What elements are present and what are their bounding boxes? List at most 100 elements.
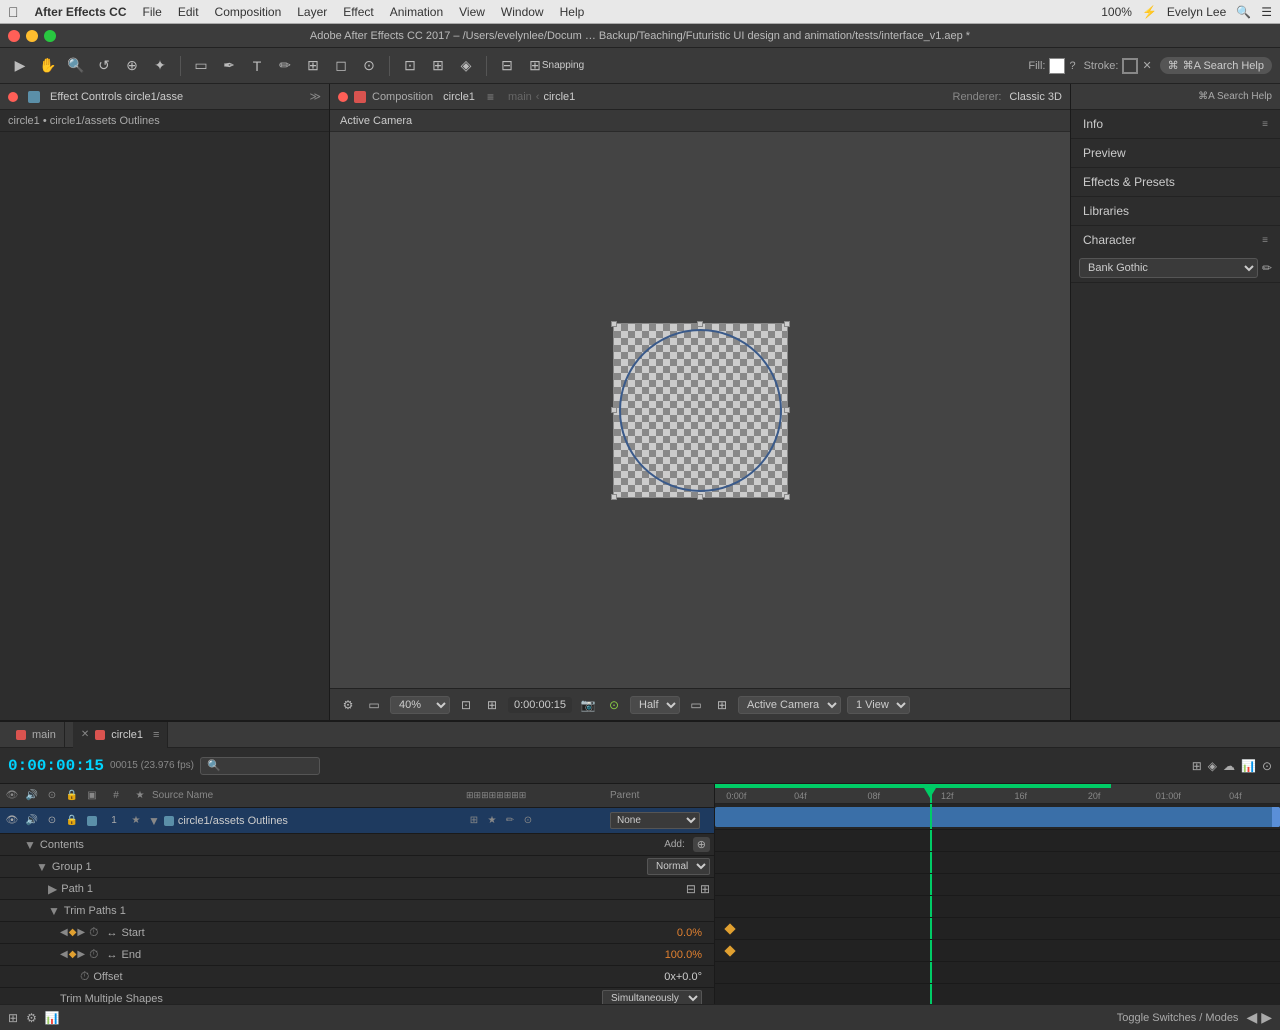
end-kf1[interactable] <box>725 945 736 956</box>
end-kf-diamond[interactable]: ◆ <box>69 949 77 960</box>
fill-box[interactable] <box>1049 58 1065 74</box>
menu-file[interactable]: File <box>143 5 162 19</box>
close-button[interactable] <box>8 30 20 42</box>
time-display[interactable]: 0:00:00:15 <box>508 697 572 713</box>
draft-3d-icon[interactable]: ◈ <box>1208 759 1217 773</box>
handle-bm[interactable] <box>697 494 703 500</box>
start-kf-left[interactable]: ◀ <box>60 927 68 938</box>
font-select[interactable]: Bank Gothic <box>1079 258 1258 278</box>
libraries-section-header[interactable]: Libraries <box>1071 197 1280 225</box>
resolution-icon[interactable]: ⊡ <box>456 695 476 715</box>
handle-br[interactable] <box>784 494 790 500</box>
grid-icon[interactable]: ⊞ <box>712 695 732 715</box>
zoom-tool[interactable]: 🔍 <box>64 54 88 78</box>
tab-close-icon[interactable]: ✕ <box>81 729 89 740</box>
start-kf-diamond[interactable]: ◆ <box>69 927 77 938</box>
comp-view-icon[interactable]: ▭ <box>364 695 384 715</box>
handle-tr[interactable] <box>784 321 790 327</box>
snapping[interactable]: Snapping <box>551 54 575 78</box>
align-left[interactable]: ⊟ <box>495 54 519 78</box>
frame-icon[interactable]: ⊞ <box>482 695 502 715</box>
search-icon[interactable]: 🔍 <box>1236 5 1251 19</box>
parent-select[interactable]: None <box>610 812 700 829</box>
comp-flowchart-icon[interactable]: ⊞ <box>1192 759 1202 773</box>
menu-layer[interactable]: Layer <box>297 5 327 19</box>
pen-tool[interactable]: ✒ <box>217 54 241 78</box>
camera-tool[interactable]: ⊕ <box>120 54 144 78</box>
shape-rect[interactable]: ▭ <box>189 54 213 78</box>
roto-tool[interactable]: ⊙ <box>357 54 381 78</box>
menu-view[interactable]: View <box>459 5 485 19</box>
layer-expand-icon[interactable]: ▼ <box>148 814 160 828</box>
menu-animation[interactable]: Animation <box>390 5 443 19</box>
tl-nav-right[interactable]: ▶ <box>1261 1009 1272 1026</box>
preview-section-header[interactable]: Preview <box>1071 139 1280 167</box>
eraser-tool[interactable]: ◻ <box>329 54 353 78</box>
offset-value[interactable]: 0x+0.0° <box>664 971 702 983</box>
puppet-starch[interactable]: ◈ <box>454 54 478 78</box>
group1-mode-select[interactable]: Normal <box>647 858 710 875</box>
selection-tool[interactable]: ▶ <box>8 54 32 78</box>
camera-select[interactable]: Active Camera <box>738 696 841 714</box>
tl-graph-icon[interactable]: 📊 <box>45 1011 60 1025</box>
contents-expand[interactable]: ▼ <box>24 838 36 852</box>
trimpaths1-expand[interactable]: ▼ <box>48 904 60 918</box>
canvas-area[interactable] <box>330 132 1070 688</box>
effects-presets-header[interactable]: Effects & Presets <box>1071 168 1280 196</box>
end-clock-icon[interactable]: ⏱ <box>89 947 98 962</box>
menu-window[interactable]: Window <box>501 5 544 19</box>
end-value[interactable]: 100.0% <box>665 949 702 961</box>
switch-star[interactable]: ★ <box>484 813 500 829</box>
menu-composition[interactable]: Composition <box>215 5 282 19</box>
breadcrumb-parent[interactable]: main <box>508 91 532 103</box>
layer-eye-icon[interactable]: 👁 <box>4 815 20 826</box>
brush-tool[interactable]: ✏ <box>273 54 297 78</box>
character-header[interactable]: Character ≡ <box>1071 226 1280 254</box>
time-counter[interactable]: 0:00:00:15 <box>8 757 104 775</box>
graph-editor-icon[interactable]: 📊 <box>1241 759 1256 773</box>
render-shutter-icon[interactable]: ⊙ <box>1262 759 1272 773</box>
menu-edit[interactable]: Edit <box>178 5 199 19</box>
puppet-tool[interactable]: ✦ <box>148 54 172 78</box>
start-kf-right[interactable]: ▶ <box>77 927 85 938</box>
handle-rm[interactable] <box>784 407 790 413</box>
zoom-select[interactable]: 40% <box>390 696 450 714</box>
switch-circle[interactable]: ⊙ <box>520 813 536 829</box>
tab-menu-icon[interactable]: ≡ <box>153 729 159 741</box>
switch-fx[interactable]: ⊞ <box>466 813 482 829</box>
menu-help[interactable]: Help <box>560 5 585 19</box>
font-picker-icon[interactable]: ✏ <box>1262 261 1272 275</box>
panel-expand-btn[interactable]: ≫ <box>309 90 321 103</box>
clone-tool[interactable]: ⊞ <box>301 54 325 78</box>
apple-menu[interactable]:  <box>8 4 19 20</box>
fill-question[interactable]: ? <box>1069 60 1075 72</box>
camera-snap-icon[interactable]: 📷 <box>578 695 598 715</box>
tab-main[interactable]: main <box>8 722 65 748</box>
fill-control[interactable]: Fill: ? <box>1028 58 1075 74</box>
menu-effect[interactable]: Effect <box>343 5 373 19</box>
switch-pen[interactable]: ✏ <box>502 813 518 829</box>
menu-icon[interactable]: ☰ <box>1261 5 1272 19</box>
comp-menu-icon[interactable]: ≡ <box>487 90 494 104</box>
end-kf-right[interactable]: ▶ <box>77 949 85 960</box>
color-space-icon[interactable]: ⊙ <box>604 695 624 715</box>
layer1-clip[interactable] <box>715 807 1280 827</box>
layer-audio-icon[interactable]: 🔊 <box>24 815 40 826</box>
view-select[interactable]: 1 View <box>847 696 910 714</box>
stroke-x[interactable]: ✕ <box>1142 59 1151 72</box>
search-help-bar[interactable]: ⌘ ⌘A Search Help <box>1160 57 1272 74</box>
tl-nav-left[interactable]: ◀ <box>1246 1009 1257 1026</box>
trim-multiple-select[interactable]: Simultaneously <box>602 990 702 1004</box>
stroke-box[interactable] <box>1122 58 1138 74</box>
start-kf-arrows[interactable]: ◀ ◆ ▶ <box>60 927 85 938</box>
timeline-search-input[interactable] <box>200 757 320 775</box>
path1-icon1[interactable]: ⊟ <box>686 882 696 896</box>
rotate-tool[interactable]: ↺ <box>92 54 116 78</box>
minimize-button[interactable] <box>26 30 38 42</box>
tl-new-comp-icon[interactable]: ⊞ <box>8 1011 18 1025</box>
start-kf1[interactable] <box>725 923 736 934</box>
clip-right-handle[interactable] <box>1272 807 1280 827</box>
start-value[interactable]: 0.0% <box>677 927 702 939</box>
comp-settings-icon[interactable]: ⚙ <box>338 695 358 715</box>
text-tool[interactable]: T <box>245 54 269 78</box>
